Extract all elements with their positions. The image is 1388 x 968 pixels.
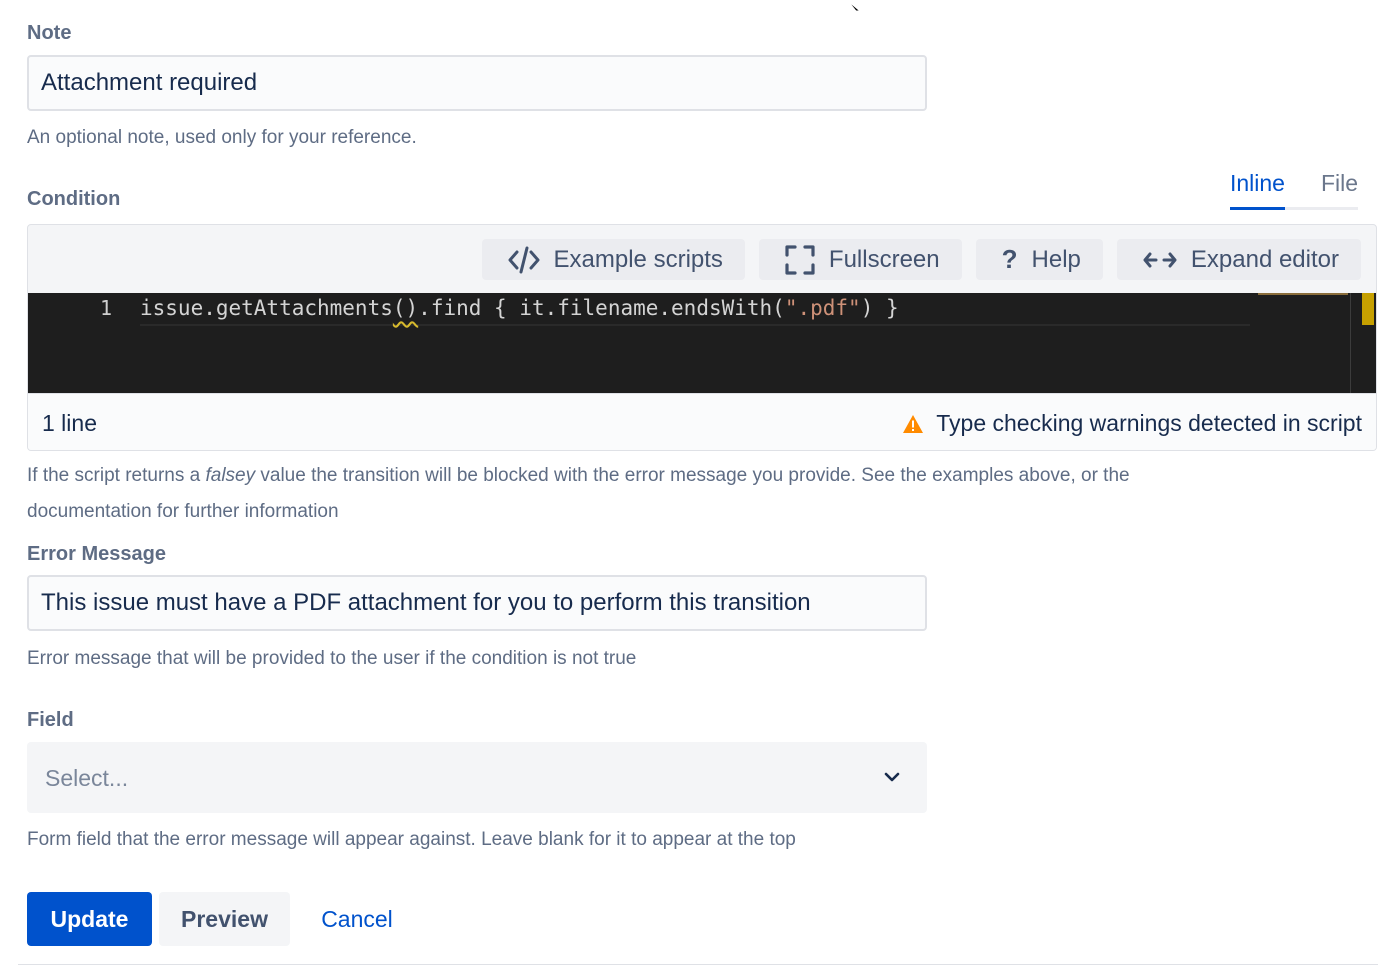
code-string-literal: ".pdf" xyxy=(784,296,861,320)
editor-toolbar: Example scripts Fullscreen ? Help Expand… xyxy=(481,239,1361,280)
warning-icon xyxy=(903,414,924,433)
code-token-warning: () xyxy=(392,296,419,320)
chevron-down-icon xyxy=(883,770,901,789)
example-scripts-button[interactable]: Example scripts xyxy=(481,239,745,280)
line-count: 1 line xyxy=(42,410,97,436)
error-message-label: Error Message xyxy=(27,543,166,565)
help-button[interactable]: ? Help xyxy=(975,239,1103,280)
divider xyxy=(18,964,1378,965)
example-scripts-label: Example scripts xyxy=(553,245,723,273)
help-text-line2: documentation for further information xyxy=(27,501,339,522)
condition-tabs: Inline File xyxy=(1229,166,1358,210)
fullscreen-button[interactable]: Fullscreen xyxy=(758,239,962,280)
code-icon xyxy=(508,246,540,274)
code-token: ) } xyxy=(860,296,899,320)
expand-editor-label: Expand editor xyxy=(1190,245,1339,273)
mouse-pointer-icon xyxy=(846,0,868,18)
fullscreen-icon xyxy=(785,244,815,275)
warning-text: Type checking warnings detected in scrip… xyxy=(936,410,1362,436)
error-message-help-text: Error message that will be provided to t… xyxy=(27,648,637,669)
error-message-input[interactable] xyxy=(27,575,927,631)
help-text-emphasis: falsey xyxy=(205,465,256,486)
update-button[interactable]: Update xyxy=(27,892,152,946)
note-input[interactable] xyxy=(27,55,927,111)
tab-file[interactable]: File xyxy=(1321,166,1358,207)
field-help-text: Form field that the error message will a… xyxy=(27,829,796,850)
field-label: Field xyxy=(27,709,74,731)
fullscreen-label: Fullscreen xyxy=(828,245,940,273)
line-number: 1 xyxy=(100,296,113,320)
script-editor: Example scripts Fullscreen ? Help Expand… xyxy=(27,224,1377,451)
code-token: issue.getAttachments xyxy=(140,296,393,320)
note-label: Note xyxy=(27,22,72,44)
code-area[interactable]: 1 issue.getAttachments().find { it.filen… xyxy=(28,293,1376,393)
expand-horizontal-icon xyxy=(1143,250,1177,270)
editor-scrollbar-track xyxy=(1350,293,1351,393)
help-text-rest: value the transition will be blocked wit… xyxy=(255,465,1130,486)
type-check-warning: Type checking warnings detected in scrip… xyxy=(902,410,1362,437)
overview-ruler-highlight xyxy=(1258,293,1348,295)
condition-label: Condition xyxy=(27,188,121,210)
tab-inline[interactable]: Inline xyxy=(1229,166,1285,210)
preview-button[interactable]: Preview xyxy=(159,892,290,946)
expand-editor-button[interactable]: Expand editor xyxy=(1116,239,1361,280)
code-line: issue.getAttachments().find { it.filenam… xyxy=(140,296,899,320)
editor-status-bar: 1 line Type checking warnings detected i… xyxy=(28,393,1376,450)
note-help-text: An optional note, used only for your ref… xyxy=(27,127,417,148)
cancel-button[interactable]: Cancel xyxy=(300,892,414,946)
current-line-highlight xyxy=(140,324,1250,326)
field-select[interactable]: Select... xyxy=(27,742,927,813)
warning-ruler-mark xyxy=(1362,293,1374,325)
code-token: .find { it.filename.endsWith( xyxy=(418,296,785,320)
field-select-placeholder: Select... xyxy=(45,765,129,791)
condition-help-text: If the script returns a falsey value the… xyxy=(27,458,1327,530)
help-text-prefix: If the script returns a xyxy=(27,465,206,486)
question-mark-icon: ? xyxy=(1001,244,1018,274)
help-label: Help xyxy=(1031,245,1081,273)
